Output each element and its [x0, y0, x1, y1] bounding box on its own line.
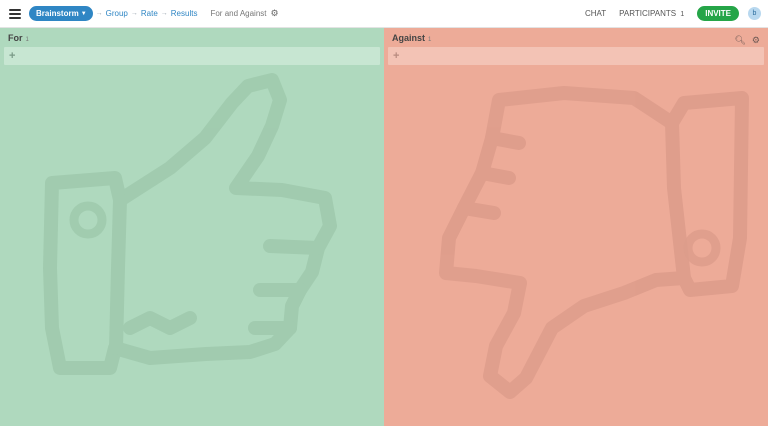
thumbs-down-icon — [439, 86, 749, 399]
column-count: 1 — [25, 37, 29, 43]
phase-label: Brainstorm — [36, 9, 79, 18]
step-rate[interactable]: Rate — [141, 9, 158, 18]
arrow-right-icon: → — [130, 10, 138, 17]
search-icon[interactable]: 🔍︎ — [734, 35, 745, 46]
participants-count: 1 — [680, 11, 685, 18]
chevron-down-icon: ▼ — [80, 10, 87, 17]
gear-icon[interactable]: ⚙ — [271, 8, 279, 19]
thumbs-up-icon — [43, 73, 337, 375]
column-against: Against 1 🔍︎ ⚙ + — [384, 28, 768, 426]
arrow-right-icon: → — [95, 10, 103, 17]
column-tools: 🔍︎ ⚙ — [734, 35, 760, 46]
gear-icon[interactable]: ⚙ — [752, 35, 760, 46]
invite-button[interactable]: INVITE — [697, 6, 739, 21]
plus-icon: + — [9, 50, 16, 62]
add-idea-input[interactable]: + — [4, 47, 380, 65]
step-group[interactable]: Group — [106, 9, 128, 18]
right-nav: CHAT PARTICIPANTS 1 INVITE b — [585, 6, 768, 21]
participants-label: PARTICIPANTS — [619, 9, 677, 18]
arrow-right-icon: → — [160, 10, 168, 17]
column-title: Against 1 — [392, 33, 431, 43]
hamburger-menu-icon[interactable] — [9, 8, 21, 19]
plus-icon: + — [393, 50, 400, 62]
column-title: For 1 — [8, 33, 29, 43]
column-title-text: For — [8, 33, 23, 43]
step-results[interactable]: Results — [171, 9, 198, 18]
top-bar: Brainstorm ▼ → Group → Rate → Results Fo… — [0, 0, 768, 28]
column-title-text: Against — [392, 33, 426, 43]
participants-link[interactable]: PARTICIPANTS 1 — [619, 9, 684, 18]
board-title: For and Against — [210, 9, 267, 18]
chat-link[interactable]: CHAT — [585, 9, 606, 18]
phase-dropdown[interactable]: Brainstorm ▼ — [29, 6, 93, 21]
column-count: 1 — [428, 37, 432, 43]
add-idea-input[interactable]: + — [388, 47, 764, 65]
column-for: For 1 + — [0, 28, 384, 426]
avatar[interactable]: b — [748, 7, 761, 20]
